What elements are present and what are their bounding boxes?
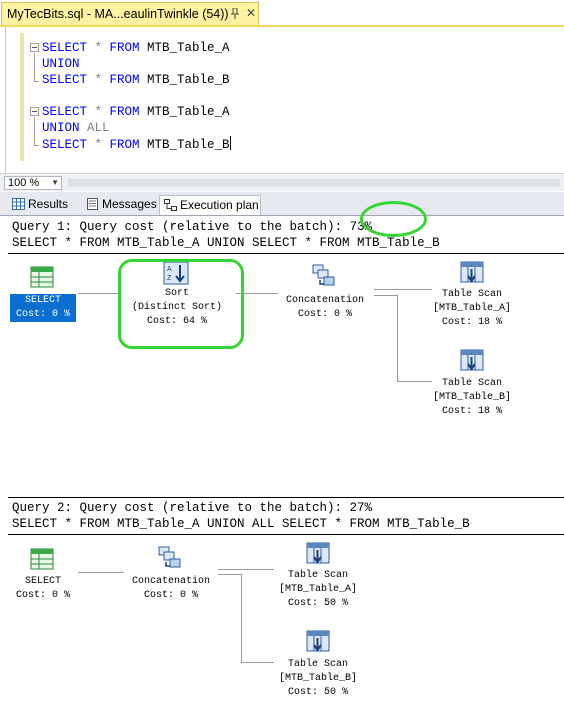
q2-scan-a-name: Table Scan [287,570,348,581]
table-scan-icon[interactable] [306,630,330,654]
query1-sql: SELECT * FROM MTB_Table_A UNION SELECT *… [12,236,440,250]
q1-select-name: SELECT [24,295,61,306]
q1-select-node[interactable]: SELECT Cost: 0 % [10,294,76,322]
q1-concat-name: Concatenation [285,295,364,306]
code-line: SELECT * FROM MTB_Table_A [42,41,230,55]
query2-header: Query 2: Query cost (relative to the bat… [12,501,373,515]
highlight-ellipse [360,201,427,237]
q2-select-cost: Cost: 0 % [15,590,70,601]
collapse-icon[interactable] [30,107,39,116]
plan-arrow [241,574,242,662]
outline-line [34,117,35,145]
editor-gutter [5,27,6,173]
document-tab-title: MyTecBits.sql - MA...eaulinTwinkle (54)) [7,7,229,21]
code-line: SELECT * FROM MTB_Table_B [42,136,231,152]
tab-results[interactable]: Results [8,195,72,216]
highlight-ring [118,259,244,349]
zoom-select[interactable]: 100 % ▼ [4,176,62,190]
pin-icon[interactable] [230,8,240,20]
code-line: UNION [42,57,80,71]
q1-concat-cost: Cost: 0 % [297,309,352,320]
outline-end [34,145,39,146]
document-tab-strip: MyTecBits.sql - MA...eaulinTwinkle (54))… [0,0,564,27]
q1-scan-b-table: [MTB_Table_B] [432,392,511,403]
select-icon[interactable] [30,266,54,288]
plan-arrow [397,295,398,381]
grid-icon [12,198,25,210]
concatenation-icon[interactable] [312,264,336,288]
table-scan-icon[interactable] [460,261,484,285]
q1-scan-a-name: Table Scan [441,289,502,300]
tab-results-label: Results [28,197,69,211]
code-line: SELECT * FROM MTB_Table_B [42,73,230,87]
q2-concat-name: Concatenation [131,576,210,587]
plan-arrow [78,293,120,294]
outline-end [34,81,39,82]
plan-arrow [78,572,124,573]
select-icon[interactable] [30,548,54,570]
q1-select-cost: Cost: 0 % [15,309,70,320]
text-caret [229,136,231,150]
tab-messages-label: Messages [102,197,157,211]
tab-execution-plan-label: Execution plan [180,198,259,212]
query1-header: Query 1: Query cost (relative to the bat… [12,220,373,234]
zoom-value: 100 % [8,177,40,189]
execution-plan-pane: Query 1: Query cost (relative to the bat… [0,201,564,710]
q1-scan-a-table: [MTB_Table_A] [432,303,511,314]
q2-scan-b-cost: Cost: 50 % [287,687,348,698]
execution-plan-icon [164,199,177,211]
editor-status-bar: 100 % ▼ [0,173,564,191]
messages-icon [87,198,98,210]
table-scan-icon[interactable] [460,349,484,373]
concatenation-icon[interactable] [158,546,182,570]
horizontal-scrollbar[interactable] [68,179,560,187]
q2-scan-b-table: [MTB_Table_B] [278,673,357,684]
query2-sql: SELECT * FROM MTB_Table_A UNION ALL SELE… [12,517,470,531]
q2-select-name: SELECT [24,576,61,587]
query-editor[interactable]: SELECT * FROM MTB_Table_A UNION SELECT *… [0,27,564,173]
chevron-down-icon[interactable]: ▼ [51,177,59,189]
q2-scan-a-table: [MTB_Table_A] [278,584,357,595]
query2-separator [8,534,564,535]
close-icon[interactable]: ✕ [246,6,256,20]
change-tracking-bar [20,33,24,161]
table-scan-icon[interactable] [306,542,330,566]
q2-scan-b-name: Table Scan [287,659,348,670]
result-tabs: Results Messages Execution plan [0,192,564,216]
tab-execution-plan[interactable]: Execution plan [159,195,261,216]
code-line: UNION ALL [42,121,110,135]
q2-concat-cost: Cost: 0 % [143,590,198,601]
q1-scan-a-cost: Cost: 18 % [441,317,502,328]
q2-scan-a-cost: Cost: 50 % [287,598,348,609]
query2-separator-top [8,497,564,498]
document-tab[interactable]: MyTecBits.sql - MA...eaulinTwinkle (54))… [1,2,259,25]
collapse-icon[interactable] [30,43,39,52]
outline-line [34,53,35,81]
q1-scan-b-cost: Cost: 18 % [441,406,502,417]
tab-messages[interactable]: Messages [82,195,157,216]
query1-separator [8,253,564,254]
code-line: SELECT * FROM MTB_Table_A [42,105,230,119]
q1-scan-b-name: Table Scan [441,378,502,389]
